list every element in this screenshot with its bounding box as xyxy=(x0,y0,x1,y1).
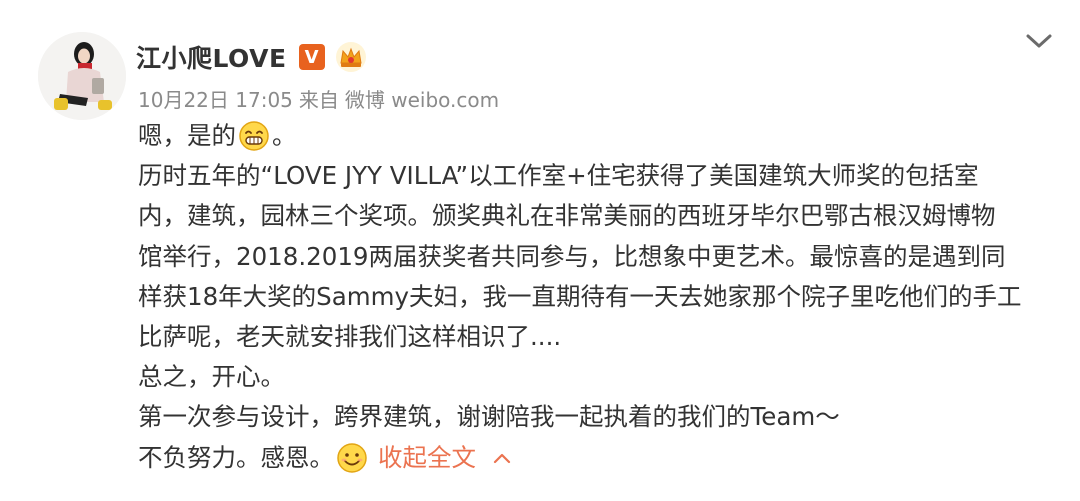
post-line: 总之，开心。 xyxy=(138,362,285,392)
weibo-post-card: 江小爬LOVE V 10月22日 17:05 来自 微博 weibo.com 嗯… xyxy=(0,0,1080,501)
smile-emoji-icon xyxy=(337,442,367,473)
author-name[interactable]: 江小爬LOVE xyxy=(136,39,287,75)
chevron-up-icon[interactable] xyxy=(492,451,512,465)
post-meta: 10月22日 17:05 来自 微博 weibo.com xyxy=(138,84,499,113)
post-line: 样获18年大奖的Sammy夫妇，我一直期待有一天去她家那个院子里吃他们的手工 xyxy=(138,281,1022,311)
author-avatar[interactable] xyxy=(38,32,126,120)
post-line: 馆举行，2018.2019两届获奖者共同参与，比想象中更艺术。最惊喜的是遇到同 xyxy=(138,241,1006,271)
post-body: 嗯，是的 。 历时五年的“LOVE JYY VILLA”以工作室+住宅获得了美国… xyxy=(138,116,1053,478)
collapse-full-text-link[interactable]: 收起全文 xyxy=(378,438,476,478)
post-text: 嗯，是的 xyxy=(138,121,236,150)
post-line: 历时五年的“LOVE JYY VILLA”以工作室+住宅获得了美国建筑大师奖的包… xyxy=(138,161,979,191)
post-line: 内，建筑，园林三个奖项。颁奖典礼在非常美丽的西班牙毕尔巴鄂古根汉姆博物 xyxy=(138,201,996,231)
source-prefix: 来自 xyxy=(298,88,339,112)
post-date[interactable]: 10月22日 17:05 xyxy=(138,84,293,113)
post-line: 嗯，是的 。 xyxy=(138,116,1053,156)
post-source[interactable]: 微博 weibo.com xyxy=(345,84,499,113)
grin-emoji-icon xyxy=(239,121,269,151)
author-header: 江小爬LOVE V xyxy=(136,36,367,78)
chevron-down-icon[interactable] xyxy=(1024,30,1054,52)
post-text: 不负努力。感恩。 xyxy=(138,442,334,472)
verified-badge-icon[interactable]: V xyxy=(298,44,325,70)
post-line: 不负努力。感恩。 收起全文 xyxy=(138,438,1053,478)
post-line: 第一次参与设计，跨界建筑，谢谢陪我一起执着的我们的Team～ xyxy=(138,402,840,432)
crown-icon[interactable] xyxy=(335,41,367,73)
post-text: 。 xyxy=(272,121,297,150)
post-line: 比萨呢，老天就安排我们这样相识了.... xyxy=(138,321,562,351)
